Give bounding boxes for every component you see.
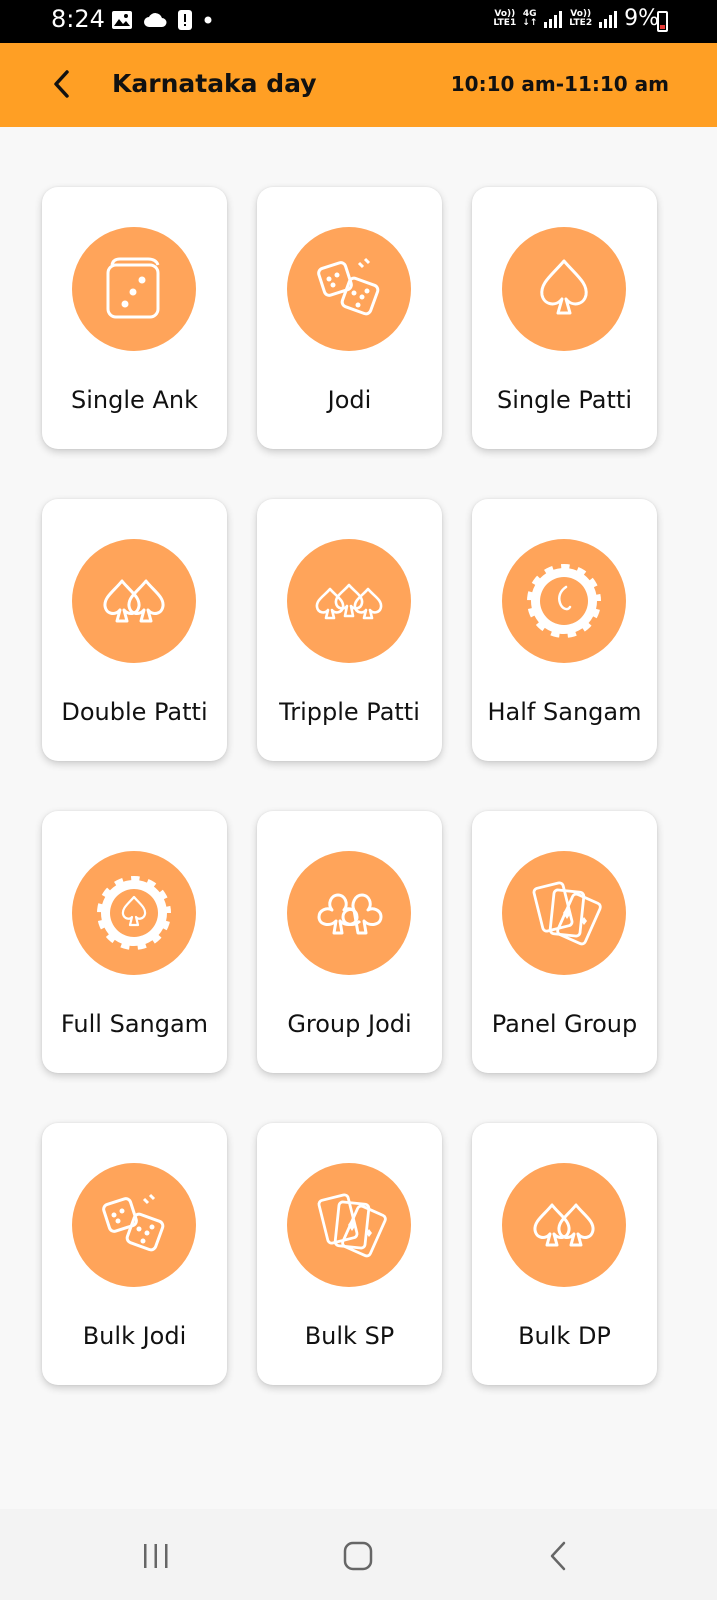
game-label: Bulk SP	[304, 1322, 395, 1350]
signal-icon	[599, 10, 618, 28]
game-tile-single-patti[interactable]: Single Patti	[472, 187, 657, 449]
dice-pair-icon	[317, 257, 380, 316]
game-label: Single Ank	[71, 386, 198, 414]
double-spade-icon	[103, 579, 165, 623]
game-label: Bulk DP	[518, 1322, 611, 1350]
recents-button[interactable]	[141, 1542, 171, 1570]
home-button[interactable]	[343, 1541, 373, 1571]
game-tile-jodi[interactable]: Jodi	[257, 187, 442, 449]
double-club-icon	[317, 893, 383, 935]
signal-icon	[544, 10, 563, 28]
game-label: Bulk Jodi	[82, 1322, 187, 1350]
game-label: Panel Group	[491, 1010, 638, 1038]
poker-chip-icon	[523, 560, 605, 642]
status-time: 8:24	[51, 5, 105, 33]
game-tile-bulk-sp[interactable]: Bulk SP	[257, 1123, 442, 1385]
poker-chip-spade-icon	[93, 872, 175, 954]
system-nav-bar	[0, 1509, 717, 1600]
network-type: 4G ↓↑	[522, 8, 538, 28]
game-tile-panel-group[interactable]: Panel Group	[472, 811, 657, 1073]
game-tile-bulk-dp[interactable]: Bulk DP	[472, 1123, 657, 1385]
single-die-icon	[106, 257, 160, 319]
gallery-icon	[112, 11, 132, 29]
back-button[interactable]	[45, 66, 81, 102]
spade-icon	[540, 259, 588, 315]
cloud-icon	[144, 13, 167, 27]
battery-level: 9%	[624, 6, 659, 31]
app-bar: Karnataka day 10:10 am-11:10 am	[0, 43, 717, 127]
dice-pair-icon	[102, 1193, 165, 1252]
game-label: Tripple Patti	[279, 698, 420, 726]
playing-cards-icon	[317, 1193, 387, 1258]
market-time: 10:10 am-11:10 am	[450, 72, 669, 96]
triple-spade-icon	[315, 583, 383, 620]
battery-icon	[657, 11, 668, 32]
game-tile-half-sangam[interactable]: Half Sangam	[472, 499, 657, 761]
game-tile-tripple-patti[interactable]: Tripple Patti	[257, 499, 442, 761]
game-label: Half Sangam	[487, 698, 642, 726]
page-title: Karnataka day	[112, 69, 317, 98]
game-tile-full-sangam[interactable]: Full Sangam	[42, 811, 227, 1073]
game-tile-bulk-jodi[interactable]: Bulk Jodi	[42, 1123, 227, 1385]
double-spade-icon	[533, 1203, 595, 1247]
notification-dot-icon	[204, 16, 212, 24]
game-tile-group-jodi[interactable]: Group Jodi	[257, 811, 442, 1073]
game-label: Group Jodi	[287, 1010, 412, 1038]
game-label: Jodi	[327, 386, 372, 414]
alert-icon	[178, 10, 192, 30]
status-bar: 8:24 Vo)) LTE1 4G ↓↑ Vo)) LTE2 9%	[0, 0, 717, 43]
playing-cards-icon	[532, 881, 602, 946]
game-tile-single-ank[interactable]: Single Ank	[42, 187, 227, 449]
game-label: Full Sangam	[60, 1010, 209, 1038]
game-label: Double Patti	[61, 698, 208, 726]
nav-back-button[interactable]	[548, 1540, 568, 1572]
game-label: Single Patti	[497, 386, 632, 414]
game-tile-double-patti[interactable]: Double Patti	[42, 499, 227, 761]
